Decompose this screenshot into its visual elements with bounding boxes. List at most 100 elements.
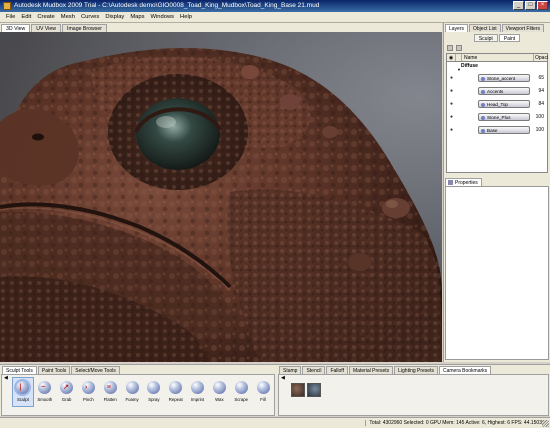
layer-row[interactable]: ● Stone_accent 65 (447, 71, 547, 84)
visibility-icon[interactable]: ● (447, 75, 456, 81)
visibility-column-icon[interactable]: ◉ (447, 54, 456, 61)
layer-swatch-icon (481, 115, 485, 120)
opacity-column-header[interactable]: Opaci (534, 54, 548, 61)
tray-scroll-left-icon[interactable]: ◀ (281, 375, 285, 381)
tab-image-browser[interactable]: Image Browser (62, 24, 107, 32)
tool-fill[interactable]: Fill (252, 375, 274, 402)
layer-row[interactable]: ● Accents 94 (447, 84, 547, 97)
properties-panel (445, 186, 549, 360)
sculpt-tool-tray: ◀ | Sculpt ~ Smooth ↗ Grab › Pinch ≡ Flatten … (1, 374, 275, 416)
tab-3d-view[interactable]: 3D View (1, 24, 31, 32)
menu-help[interactable]: Help (177, 14, 195, 20)
menu-windows[interactable]: Windows (148, 14, 178, 20)
layer-opacity[interactable]: 94 (538, 88, 544, 94)
layer-row[interactable]: ● Base 100 (447, 123, 547, 136)
layer-row[interactable]: ● Head_Top 84 (447, 97, 547, 110)
scrape-tool-icon (234, 381, 248, 394)
layer-opacity[interactable]: 84 (538, 101, 544, 107)
repeat-tool-icon (169, 381, 183, 394)
visibility-icon[interactable]: ● (447, 101, 456, 107)
tab-select-move-tools[interactable]: Select/Move Tools (71, 366, 120, 374)
menu-display[interactable]: Display (102, 14, 127, 20)
resize-grip-icon[interactable] (542, 420, 549, 427)
tab-properties[interactable]: Properties (445, 178, 482, 186)
tool-scrape[interactable]: Scrape (230, 375, 252, 402)
tool-smooth[interactable]: ~ Smooth (34, 375, 56, 402)
tab-lighting-presets[interactable]: Lighting Presets (394, 366, 438, 374)
visibility-icon[interactable]: ● (447, 88, 456, 94)
maximize-button[interactable]: □ (525, 1, 536, 10)
menu-mesh[interactable]: Mesh (58, 14, 78, 20)
menu-create[interactable]: Create (34, 14, 57, 20)
tray-scroll-left-icon[interactable]: ◀ (4, 375, 8, 381)
grab-tool-icon: ↗ (60, 381, 74, 394)
layer-name: Base (487, 127, 498, 133)
menu-edit[interactable]: Edit (18, 14, 34, 20)
tool-imprint[interactable]: Imprint (187, 375, 209, 402)
menu-maps[interactable]: Maps (127, 14, 147, 20)
pinch-tool-icon: › (81, 381, 95, 394)
smooth-tool-icon: ~ (38, 381, 52, 394)
menu-curves[interactable]: Curves (78, 14, 102, 20)
tool-sculpt[interactable]: | Sculpt (12, 377, 34, 407)
layer-name-pill[interactable]: Head_Top (478, 99, 530, 108)
layer-name-pill[interactable]: Stone_accent (478, 73, 530, 82)
toad-model-render (0, 32, 442, 362)
bottom-trays: Sculpt Tools Paint Tools Select/Move Too… (0, 364, 550, 416)
foamy-tool-icon (125, 381, 139, 394)
close-button[interactable]: × (537, 1, 548, 10)
tool-spray[interactable]: Spray (143, 375, 165, 402)
layer-opacity[interactable]: 100 (536, 127, 544, 133)
tab-object-list[interactable]: Object List (469, 24, 501, 32)
tab-sculpt-layers[interactable]: Sculpt (473, 34, 498, 42)
tab-falloff[interactable]: Falloff (326, 366, 348, 374)
layer-name: Stone_accent (487, 75, 516, 81)
tab-material-presets[interactable]: Material Presets (349, 366, 394, 374)
layer-list-header: ◉ Name Opaci (447, 54, 548, 62)
tab-viewport-filters[interactable]: Viewport Filters (501, 24, 545, 32)
layer-name-pill[interactable]: Base (478, 125, 530, 134)
status-bar: Total: 4302960 Selected: 0 GPU Mem: 145 … (0, 417, 550, 428)
3d-viewport[interactable] (0, 32, 442, 362)
tab-sculpt-tools[interactable]: Sculpt Tools (2, 366, 37, 374)
tab-layers[interactable]: Layers (445, 24, 469, 32)
camera-bookmarks-tray: ◀ (278, 374, 549, 416)
visibility-icon[interactable]: ● (447, 114, 456, 120)
delete-layer-icon[interactable] (456, 44, 462, 51)
tool-grab[interactable]: ↗ Grab (56, 375, 78, 402)
new-layer-icon[interactable] (447, 44, 453, 51)
menu-bar: File Edit Create Mesh Curves Display Map… (0, 12, 550, 23)
layer-opacity[interactable]: 65 (538, 75, 544, 81)
tab-stencil[interactable]: Stencil (302, 366, 326, 374)
window-controls: _ □ × (513, 1, 548, 10)
fill-tool-icon (256, 381, 270, 394)
tool-flatten[interactable]: ≡ Flatten (99, 375, 121, 402)
layers-panel: Layers Object List Viewport Filters Scul… (443, 23, 550, 362)
camera-bookmark-thumbnail[interactable] (307, 383, 321, 397)
layer-row[interactable]: ● Stone_Plus 100 (447, 110, 547, 123)
tool-wax[interactable]: Wax (208, 375, 230, 402)
menu-file[interactable]: File (3, 14, 18, 20)
camera-bookmark-thumbnail[interactable] (291, 383, 305, 397)
title-bar: Autodesk Mudbox 2009 Trial - C:\Autodesk… (0, 0, 550, 12)
name-column-header[interactable]: Name (462, 54, 534, 61)
tool-foamy[interactable]: Foamy (121, 375, 143, 402)
spray-tool-icon (147, 381, 161, 394)
tab-paint-layers[interactable]: Paint (498, 34, 521, 42)
tab-paint-tools[interactable]: Paint Tools (37, 366, 71, 374)
tab-camera-bookmarks[interactable]: Camera Bookmarks (438, 366, 492, 374)
tab-uv-view[interactable]: UV View (31, 24, 62, 32)
properties-tabs: Properties (445, 178, 482, 186)
layer-opacity[interactable]: 100 (536, 114, 544, 120)
tool-repeat[interactable]: Repeat (165, 375, 187, 402)
layer-name-pill[interactable]: Stone_Plus (478, 112, 530, 121)
window-title: Autodesk Mudbox 2009 Trial - C:\Autodesk… (14, 2, 320, 9)
tab-stamp[interactable]: Stamp (279, 366, 302, 374)
tool-pinch[interactable]: › Pinch (78, 375, 100, 402)
layer-name: Accents (487, 88, 504, 94)
mudbox-app-icon (3, 2, 11, 10)
visibility-icon[interactable]: ● (447, 127, 456, 133)
minimize-button[interactable]: _ (513, 1, 524, 10)
layer-name-pill[interactable]: Accents (478, 86, 530, 95)
layer-group-diffuse[interactable]: ▼ Diffuse (447, 62, 547, 72)
